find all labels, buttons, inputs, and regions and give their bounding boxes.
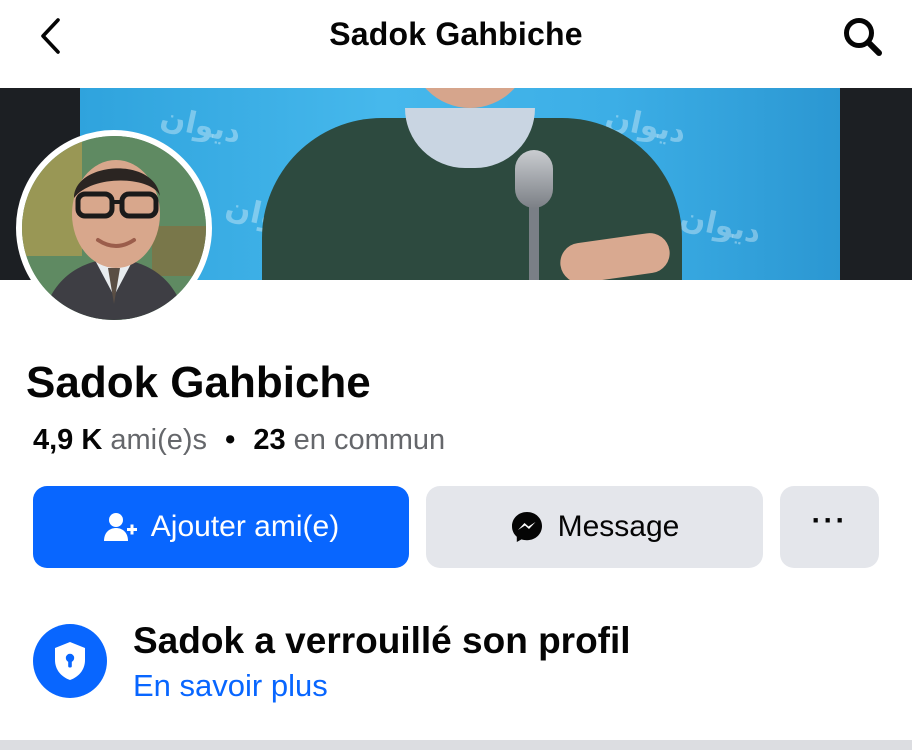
profile-portrait xyxy=(22,136,206,320)
stats-separator: • xyxy=(225,424,236,456)
avatar[interactable] xyxy=(16,130,212,326)
top-bar: Sadok Gahbiche xyxy=(0,0,912,88)
add-friend-button[interactable]: Ajouter ami(e) xyxy=(33,486,409,568)
mutual-friends-label: en commun xyxy=(293,424,446,456)
message-label: Message xyxy=(557,510,680,543)
search-button[interactable] xyxy=(840,14,886,60)
message-button[interactable]: Message xyxy=(426,486,763,568)
friends-stats[interactable]: 4,9 K ami(e)s • 23 en commun xyxy=(33,424,445,457)
shield-lock-icon xyxy=(55,642,85,680)
add-friend-label: Ajouter ami(e) xyxy=(150,510,340,543)
add-friend-icon xyxy=(103,512,137,542)
more-dots-icon: ··· xyxy=(811,504,848,537)
microphone-icon xyxy=(515,150,553,208)
search-icon xyxy=(844,18,882,56)
profile-name: Sadok Gahbiche xyxy=(26,358,371,407)
profile-lock-badge xyxy=(33,624,107,698)
more-options-button[interactable]: ··· xyxy=(780,486,879,568)
section-divider xyxy=(0,740,912,750)
messenger-icon xyxy=(510,510,544,544)
learn-more-link[interactable]: En savoir plus xyxy=(133,668,328,704)
page-title: Sadok Gahbiche xyxy=(329,16,583,52)
friends-label: ami(e)s xyxy=(110,424,208,456)
mutual-friends-count: 23 xyxy=(253,424,286,456)
friends-count: 4,9 K xyxy=(33,424,103,456)
profile-locked-title: Sadok a verrouillé son profil xyxy=(133,620,631,661)
